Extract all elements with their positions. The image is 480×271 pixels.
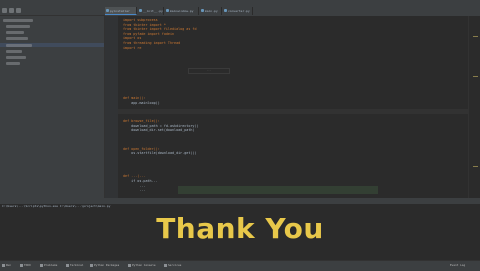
warning-marker[interactable] — [473, 76, 478, 77]
line-gutter — [105, 16, 118, 198]
project-icon[interactable] — [2, 8, 7, 13]
code-line[interactable]: import re — [123, 46, 141, 50]
status-item-terminal[interactable]: Terminal — [66, 263, 83, 268]
status-item-problems[interactable]: Problems — [40, 263, 57, 268]
status-item-python-console[interactable]: Python Console — [128, 263, 156, 268]
tab-item[interactable]: mainwindow.py — [165, 7, 199, 15]
code-line[interactable]: ... — [123, 184, 145, 188]
tree-item[interactable] — [6, 56, 26, 59]
console-icon — [128, 263, 131, 267]
code-line[interactable]: from tkinter import filedialog as fd — [123, 27, 197, 31]
tree-item[interactable] — [6, 50, 22, 53]
python-file-icon — [224, 9, 227, 12]
code-line[interactable]: import subprocess — [123, 18, 158, 22]
tab-item[interactable]: __init__.py — [138, 7, 164, 15]
current-line-highlight — [118, 109, 468, 114]
tree-item[interactable] — [6, 37, 28, 40]
code-editor[interactable]: ... import subprocess from tkinter import… — [118, 16, 468, 198]
status-item-run[interactable]: Run — [2, 263, 11, 268]
todo-icon — [20, 263, 23, 267]
run-icon — [2, 263, 5, 267]
code-line[interactable]: if os.path... — [123, 179, 158, 183]
editor-scrollbar[interactable] — [468, 16, 480, 198]
status-item-event-log[interactable]: Event Log — [450, 263, 465, 268]
tab-item[interactable]: main.py — [200, 7, 222, 15]
tree-item[interactable] — [6, 44, 32, 47]
editor-tabs: pyinstaller __init__.py mainwindow.py ma… — [105, 6, 480, 16]
tab-item[interactable]: pyinstaller — [105, 7, 137, 15]
code-line[interactable]: download_path = fd.askdirectory() — [123, 124, 198, 128]
run-panel: C:\Users\...\Scripts\python.exe C:\Users… — [0, 198, 480, 261]
project-panel — [0, 16, 105, 198]
status-item-services[interactable]: Services — [164, 263, 181, 268]
code-line[interactable]: def browse_file(): — [123, 119, 160, 123]
thank-you-overlay: Thank You — [156, 212, 324, 245]
code-line[interactable]: def main(): — [123, 96, 145, 100]
folder-icon[interactable] — [9, 8, 14, 13]
tab-item[interactable]: converter.py — [223, 7, 253, 15]
python-file-icon — [201, 9, 204, 12]
code-line[interactable]: from tkinter import * — [123, 23, 166, 27]
code-line[interactable]: download_dir.set(download_path) — [123, 128, 194, 132]
status-item-python-packages[interactable]: Python Packages — [90, 263, 119, 268]
python-file-icon — [139, 9, 142, 12]
services-icon — [164, 263, 167, 267]
tree-item[interactable] — [6, 62, 20, 65]
terminal-icon — [66, 263, 69, 267]
code-line[interactable]: def ...(... — [123, 174, 145, 178]
code-line[interactable]: os.startfile(download_dir.get()) — [123, 151, 196, 155]
code-line[interactable]: from pyfade import fadein — [123, 32, 174, 36]
fold-hint[interactable]: ... — [188, 68, 230, 74]
tree-item[interactable] — [6, 25, 30, 28]
warning-marker[interactable] — [473, 166, 478, 167]
code-line[interactable]: import os — [123, 36, 141, 40]
code-line[interactable]: def open_folder(): — [123, 147, 160, 151]
status-bar: Run TODO Problems Terminal Python Packag… — [0, 260, 480, 271]
package-icon — [90, 263, 93, 267]
code-line[interactable]: from threading import Thread — [123, 41, 180, 45]
tree-item[interactable] — [3, 19, 33, 22]
python-file-icon — [166, 9, 169, 12]
selection-highlight — [178, 186, 378, 194]
problems-icon — [40, 263, 43, 267]
code-line[interactable]: app.mainloop() — [123, 101, 160, 105]
warning-marker[interactable] — [473, 36, 478, 37]
status-item-todo[interactable]: TODO — [20, 263, 31, 268]
tree-item[interactable] — [6, 31, 24, 34]
file-icon[interactable] — [16, 8, 21, 13]
code-line[interactable]: ... — [123, 188, 145, 192]
python-file-icon — [106, 9, 109, 12]
